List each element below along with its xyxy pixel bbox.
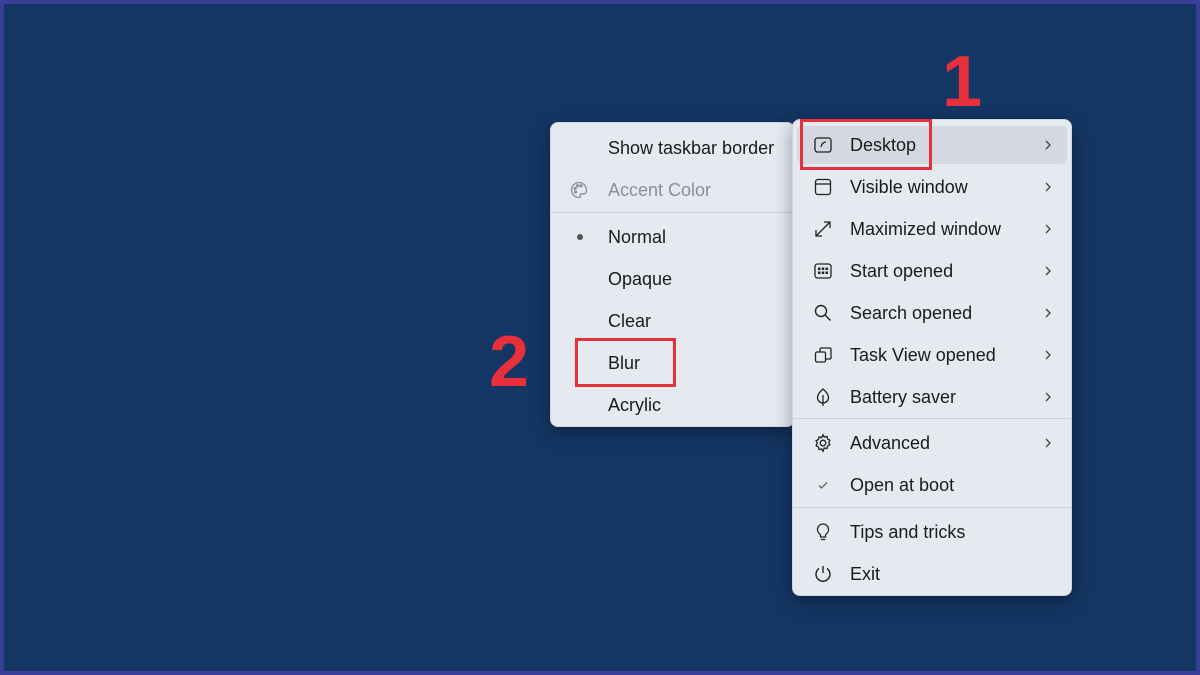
highlight-box-blur (575, 338, 676, 387)
menu-item-label: Open at boot (850, 474, 955, 495)
submenu-item-opaque[interactable]: Opaque (555, 260, 790, 298)
task-view-icon (813, 345, 833, 365)
chevron-right-icon (1043, 220, 1053, 238)
submenu-item-label: Acrylic (608, 394, 661, 415)
selected-bullet-icon (577, 234, 583, 240)
menu-item-label: Advanced (850, 432, 931, 453)
menu-item-label: Maximized window (850, 218, 1002, 239)
menu-item-open-at-boot[interactable]: Open at boot (797, 466, 1067, 504)
highlight-box-desktop (800, 119, 932, 170)
submenu-item-normal[interactable]: Normal (555, 218, 790, 256)
leaf-icon (813, 387, 833, 407)
chevron-right-icon (1043, 136, 1053, 154)
menu-item-start-opened[interactable]: Start opened (797, 252, 1067, 290)
menu-item-task-view-opened[interactable]: Task View opened (797, 336, 1067, 374)
gear-icon (813, 433, 833, 453)
submenu-item-label: Show taskbar border (608, 137, 775, 158)
search-icon (813, 303, 833, 323)
checkmark-icon (813, 475, 833, 495)
chevron-right-icon (1043, 388, 1053, 406)
chevron-right-icon (1043, 262, 1053, 280)
context-menu: Desktop Visible window Maximized window (792, 119, 1072, 596)
chevron-right-icon (1043, 434, 1053, 452)
start-icon (813, 261, 833, 281)
chevron-right-icon (1043, 178, 1053, 196)
menu-item-label: Visible window (850, 176, 968, 197)
maximize-icon (813, 219, 833, 239)
menu-item-advanced[interactable]: Advanced (797, 424, 1067, 462)
step-number-2: 2 (489, 322, 530, 402)
submenu-item-accent-color: Accent Color (555, 171, 790, 209)
menu-item-search-opened[interactable]: Search opened (797, 294, 1067, 332)
menu-separator (793, 507, 1071, 508)
menu-separator (793, 418, 1071, 419)
submenu-item-label: Normal (608, 226, 667, 247)
menu-item-tips-and-tricks[interactable]: Tips and tricks (797, 513, 1067, 551)
power-icon (813, 564, 833, 584)
submenu-item-show-taskbar-border[interactable]: Show taskbar border (555, 129, 790, 167)
menu-item-label: Search opened (850, 302, 973, 323)
submenu-item-label: Clear (608, 310, 652, 331)
menu-separator (551, 212, 794, 213)
menu-item-exit[interactable]: Exit (797, 555, 1067, 593)
step-number-1: 1 (942, 42, 983, 122)
menu-item-maximized-window[interactable]: Maximized window (797, 210, 1067, 248)
menu-item-label: Exit (850, 563, 881, 584)
submenu-item-label: Opaque (608, 268, 673, 289)
window-icon (813, 177, 833, 197)
menu-item-label: Task View opened (850, 344, 996, 365)
submenu-item-clear[interactable]: Clear (555, 302, 790, 340)
menu-item-label: Tips and tricks (850, 521, 966, 542)
menu-item-visible-window[interactable]: Visible window (797, 168, 1067, 206)
menu-item-battery-saver[interactable]: Battery saver (797, 378, 1067, 416)
submenu-item-label: Accent Color (608, 179, 712, 200)
menu-item-label: Battery saver (850, 386, 957, 407)
chevron-right-icon (1043, 304, 1053, 322)
lightbulb-icon (813, 522, 833, 542)
submenu-item-acrylic[interactable]: Acrylic (555, 386, 790, 424)
chevron-right-icon (1043, 346, 1053, 364)
palette-icon (569, 180, 589, 200)
menu-item-label: Start opened (850, 260, 954, 281)
